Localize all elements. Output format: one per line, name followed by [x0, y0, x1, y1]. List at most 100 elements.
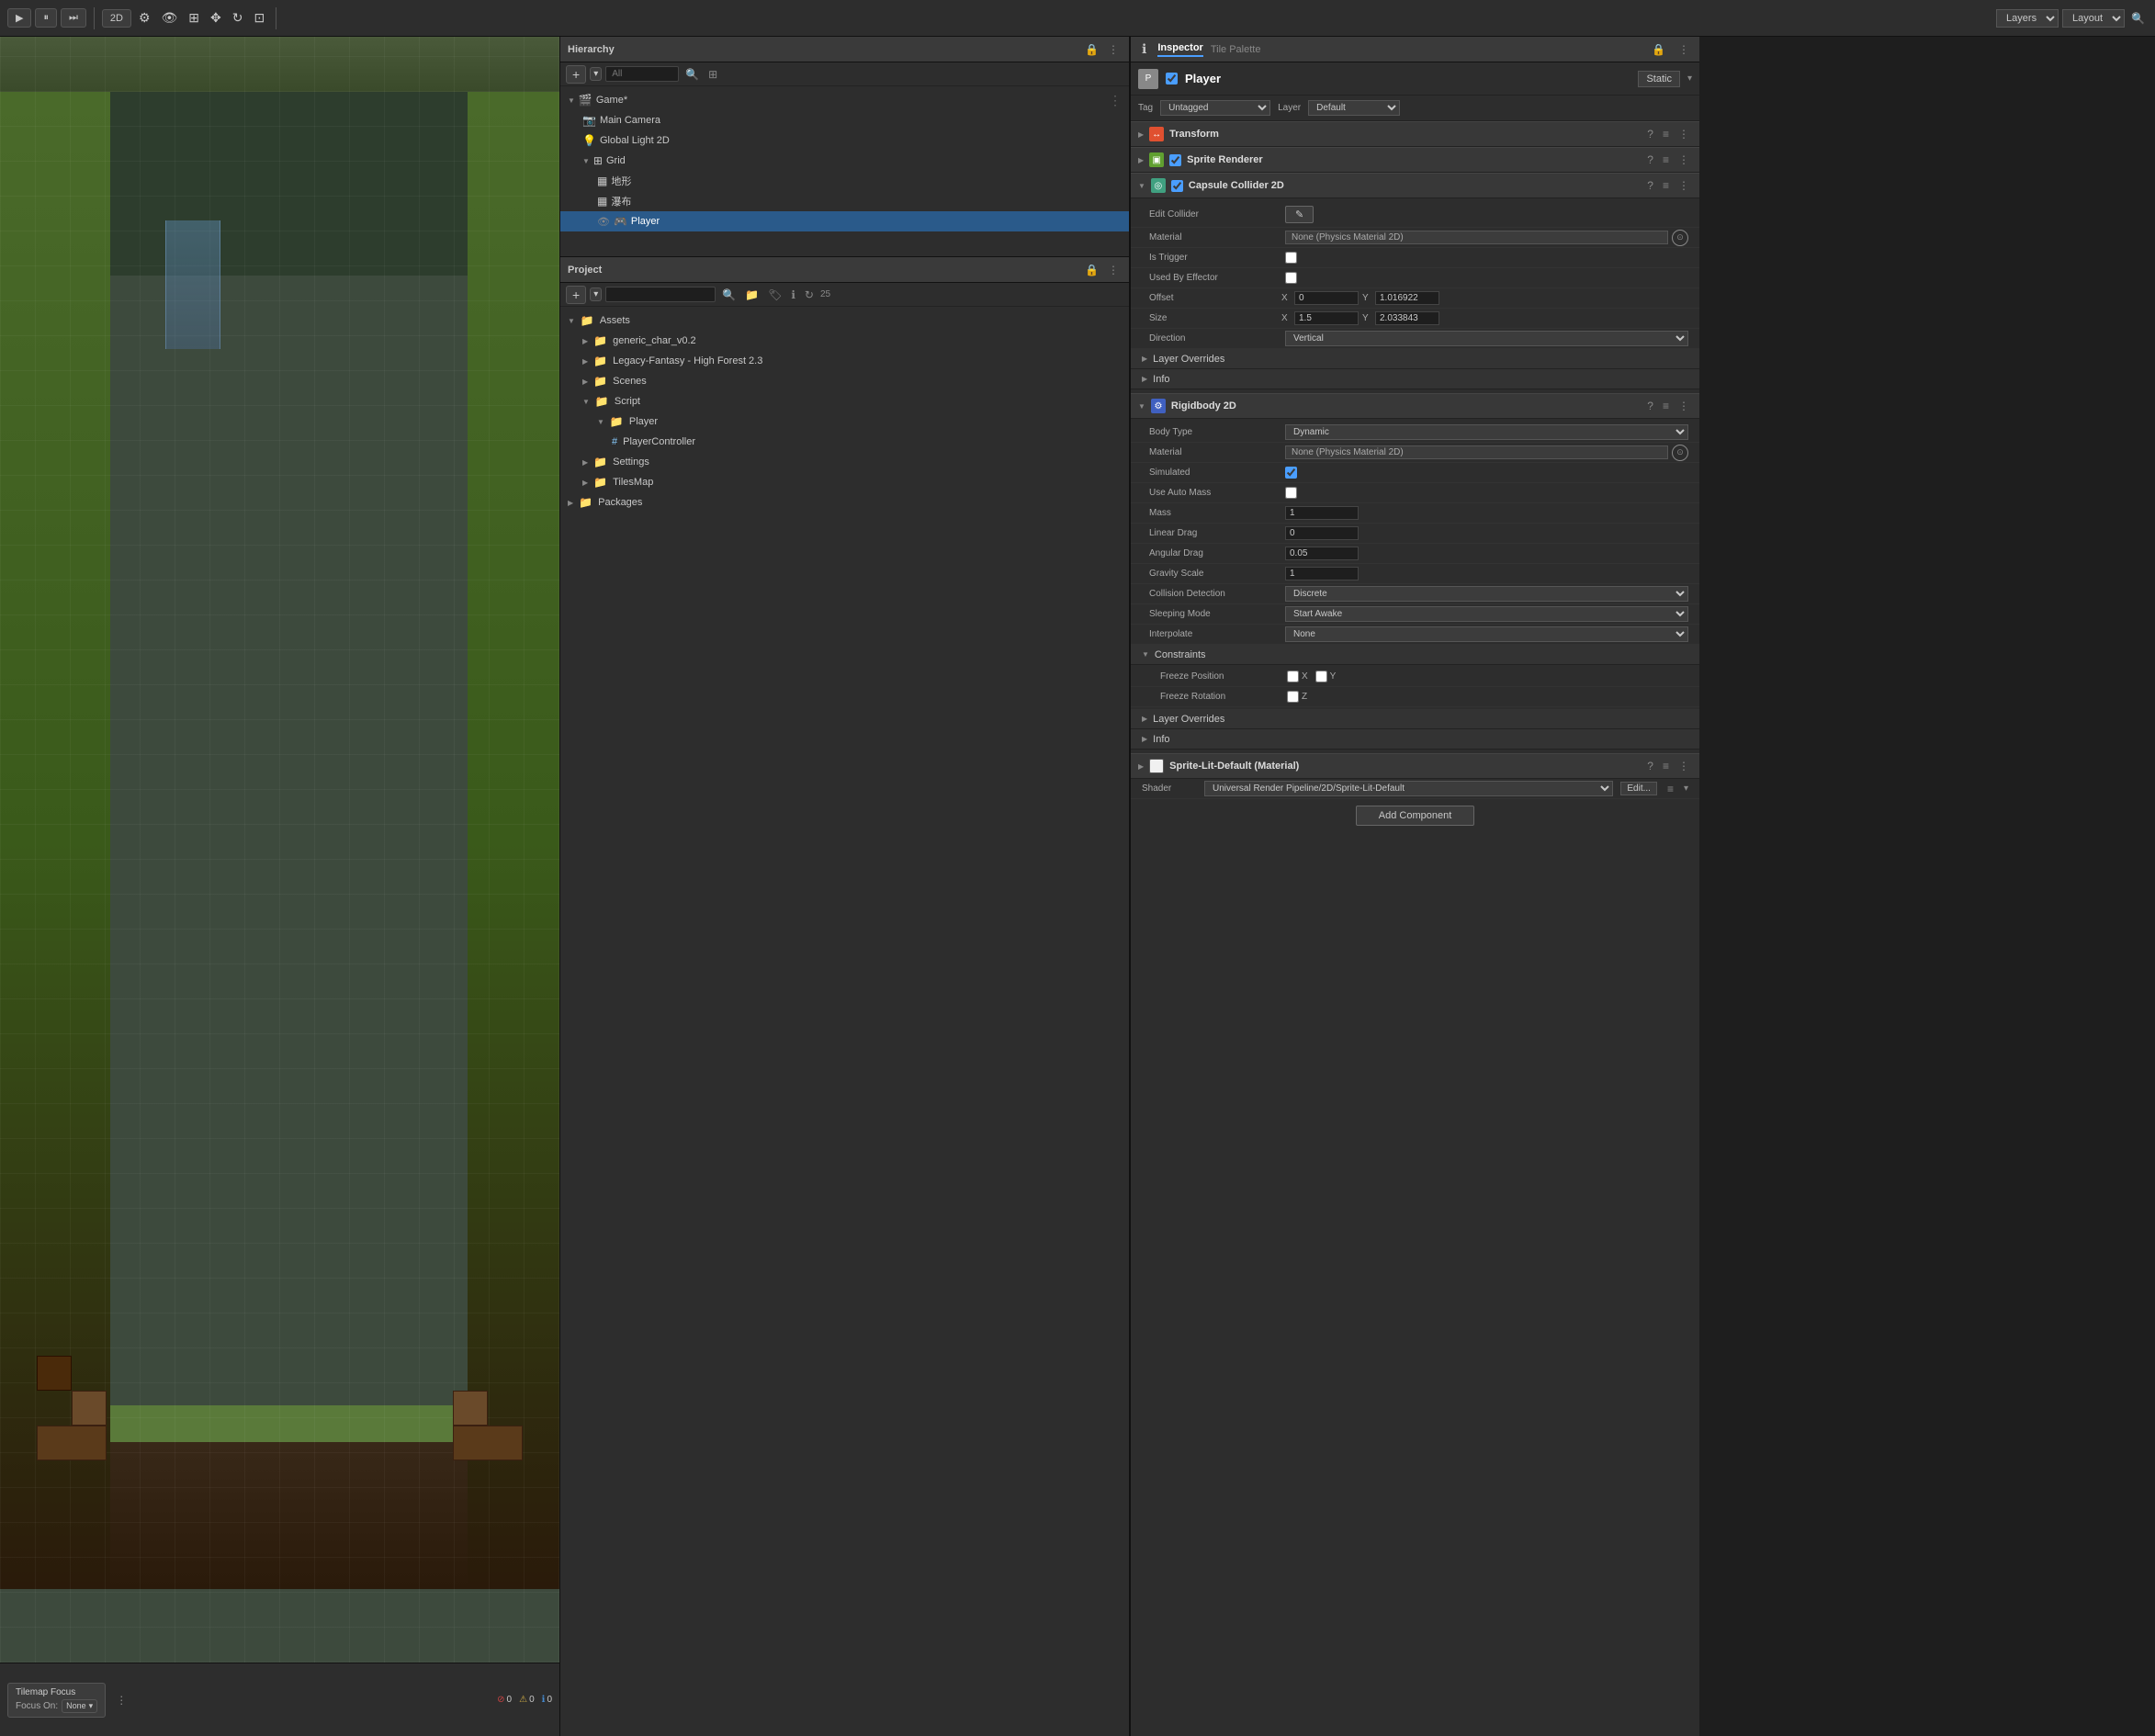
body-type-dropdown[interactable]: Dynamic [1285, 424, 1688, 440]
step-button[interactable]: ⏭ [61, 8, 86, 28]
project-folder-icon[interactable]: 📁 [742, 287, 762, 302]
shader-list-btn[interactable]: ≡ [1664, 782, 1676, 796]
add-component-button[interactable]: Add Component [1356, 806, 1475, 826]
transform-help-btn[interactable]: ? [1644, 127, 1656, 141]
freeze-pos-x-checkbox[interactable] [1287, 671, 1299, 682]
scale-button[interactable]: ⊡ [250, 8, 268, 28]
project-item-legacy-fantasy[interactable]: ▶ 📁 Legacy-Fantasy - High Forest 2.3 [560, 351, 1129, 371]
inspector-more-btn[interactable]: ⋮ [1675, 42, 1692, 57]
project-item-player-controller[interactable]: # PlayerController [560, 432, 1129, 452]
project-item-scenes[interactable]: ▶ 📁 Scenes [560, 371, 1129, 391]
hierarchy-add-dropdown[interactable]: ▾ [590, 67, 602, 81]
angular-drag-input[interactable] [1285, 547, 1359, 560]
transform-more-btn[interactable]: ⋮ [1675, 127, 1692, 141]
focus-value-dropdown[interactable]: None▾ [62, 1699, 97, 1713]
hierarchy-item-main-camera[interactable]: 📷 Main Camera [560, 110, 1129, 130]
hierarchy-item-player[interactable]: 👁 🎮 Player [560, 211, 1129, 231]
collider-info[interactable]: ▶ Info [1131, 369, 1699, 389]
simulated-checkbox[interactable] [1285, 467, 1297, 479]
game-more-btn[interactable]: ⋮ [1109, 93, 1122, 108]
project-refresh-btn[interactable]: ↻ [802, 287, 817, 302]
material-settings-btn[interactable]: ≡ [1660, 759, 1672, 773]
sprite-renderer-help-btn[interactable]: ? [1644, 152, 1656, 167]
project-item-script[interactable]: ▼ 📁 Script [560, 391, 1129, 411]
search-top-button[interactable]: 🔍 [2128, 11, 2148, 26]
player-active-checkbox[interactable] [1166, 73, 1178, 85]
project-item-tilesmap[interactable]: ▶ 📁 TilesMap [560, 472, 1129, 492]
static-dropdown-arrow[interactable]: ▾ [1687, 73, 1692, 84]
capsule-collider-help-btn[interactable]: ? [1644, 178, 1656, 193]
edit-collider-btn[interactable]: ✎ [1285, 206, 1314, 223]
hierarchy-add-btn[interactable]: + [566, 65, 586, 84]
sprite-renderer-checkbox[interactable] [1169, 154, 1181, 166]
collider-layer-overrides[interactable]: ▶ Layer Overrides [1131, 349, 1699, 369]
project-search-input[interactable] [605, 287, 716, 302]
project-item-generic-char[interactable]: ▶ 📁 generic_char_v0.2 [560, 331, 1129, 351]
inspector-tab[interactable]: Inspector [1157, 42, 1203, 57]
material-more-btn[interactable]: ⋮ [1675, 759, 1692, 773]
rigidbody-layer-overrides[interactable]: ▶ Layer Overrides [1131, 709, 1699, 729]
hierarchy-more-btn[interactable]: ⋮ [1105, 42, 1122, 57]
collision-detection-dropdown[interactable]: Discrete [1285, 586, 1688, 602]
material-component-header[interactable]: ▶ Sprite-Lit-Default (Material) ? ≡ ⋮ [1131, 753, 1699, 779]
project-more-btn[interactable]: ⋮ [1105, 263, 1122, 277]
project-lock-btn[interactable]: 🔒 [1082, 263, 1101, 277]
transform-settings-btn[interactable]: ≡ [1660, 127, 1672, 141]
hierarchy-item-terrain[interactable]: ▦ 地形 [560, 171, 1129, 191]
inspector-lock-btn[interactable]: 🔒 [1649, 42, 1668, 57]
shader-edit-btn[interactable]: Edit... [1620, 782, 1657, 795]
scene-canvas[interactable] [0, 37, 559, 1663]
collider-offset-x-input[interactable] [1294, 291, 1359, 305]
view-options-button[interactable]: 👁 [158, 8, 182, 28]
sprite-renderer-settings-btn[interactable]: ≡ [1660, 152, 1672, 167]
collider-direction-dropdown[interactable]: Vertical [1285, 331, 1688, 346]
hierarchy-item-waterfall[interactable]: ▦ 瀑布 [560, 191, 1129, 211]
gravity-scale-input[interactable] [1285, 567, 1359, 581]
material-help-btn[interactable]: ? [1644, 759, 1656, 773]
collider-material-target-btn[interactable]: ⊙ [1672, 230, 1688, 246]
capsule-collider-checkbox[interactable] [1171, 180, 1183, 192]
hierarchy-lock-btn[interactable]: 🔒 [1082, 42, 1101, 57]
capsule-collider-header[interactable]: ▼ ◎ Capsule Collider 2D ? ≡ ⋮ [1131, 173, 1699, 198]
linear-drag-input[interactable] [1285, 526, 1359, 540]
tile-palette-tab[interactable]: Tile Palette [1211, 44, 1261, 55]
use-auto-mass-checkbox[interactable] [1285, 487, 1297, 499]
rigidbody-more-btn[interactable]: ⋮ [1675, 399, 1692, 413]
transform-header[interactable]: ▶ ↔ Transform ? ≡ ⋮ [1131, 121, 1699, 147]
sprite-renderer-more-btn[interactable]: ⋮ [1675, 152, 1692, 167]
hierarchy-item-game[interactable]: ▼ 🎬 Game* ⋮ [560, 90, 1129, 110]
layers-dropdown[interactable]: Layers [1996, 9, 2059, 28]
sleeping-mode-dropdown[interactable]: Start Awake [1285, 606, 1688, 622]
constraints-foldout[interactable]: ▼ Constraints [1131, 645, 1699, 665]
collider-size-x-input[interactable] [1294, 311, 1359, 325]
collider-offset-y-input[interactable] [1375, 291, 1439, 305]
is-trigger-checkbox[interactable] [1285, 252, 1297, 264]
bottom-more-btn[interactable]: ⋮ [113, 1693, 130, 1708]
used-by-effector-checkbox[interactable] [1285, 272, 1297, 284]
project-item-settings[interactable]: ▶ 📁 Settings [560, 452, 1129, 472]
freeze-pos-y-checkbox[interactable] [1315, 671, 1327, 682]
rigidbody-info[interactable]: ▶ Info [1131, 729, 1699, 750]
snap-button[interactable]: ⊞ [185, 8, 203, 28]
hierarchy-search-btn[interactable]: 🔍 [683, 67, 702, 82]
layout-dropdown[interactable]: Layout [2062, 9, 2125, 28]
collider-size-y-input[interactable] [1375, 311, 1439, 325]
hierarchy-search-input[interactable] [605, 66, 679, 82]
gizmos-button[interactable]: ⚙ [135, 8, 154, 28]
mass-input[interactable] [1285, 506, 1359, 520]
rigidbody-header[interactable]: ▼ ⚙ Rigidbody 2D ? ≡ ⋮ [1131, 393, 1699, 419]
hierarchy-item-global-light[interactable]: 💡 Global Light 2D [560, 130, 1129, 151]
play-button[interactable]: ▶ [7, 8, 31, 28]
rotate-button[interactable]: ↻ [229, 8, 247, 28]
rigidbody-material-target-btn[interactable]: ⊙ [1672, 445, 1688, 461]
hierarchy-filter-btn[interactable]: ⊞ [705, 67, 720, 82]
static-button[interactable]: Static [1638, 71, 1680, 87]
freeze-rot-z-checkbox[interactable] [1287, 691, 1299, 703]
layer-dropdown[interactable]: Default [1308, 100, 1400, 116]
tag-dropdown[interactable]: Untagged [1160, 100, 1270, 116]
shader-dropdown[interactable]: Universal Render Pipeline/2D/Sprite-Lit-… [1204, 781, 1613, 796]
project-search-icon[interactable]: 🔍 [719, 287, 739, 302]
rigidbody-help-btn[interactable]: ? [1644, 399, 1656, 413]
2d-view-button[interactable]: 2D [102, 9, 131, 28]
interpolate-dropdown[interactable]: None [1285, 626, 1688, 642]
